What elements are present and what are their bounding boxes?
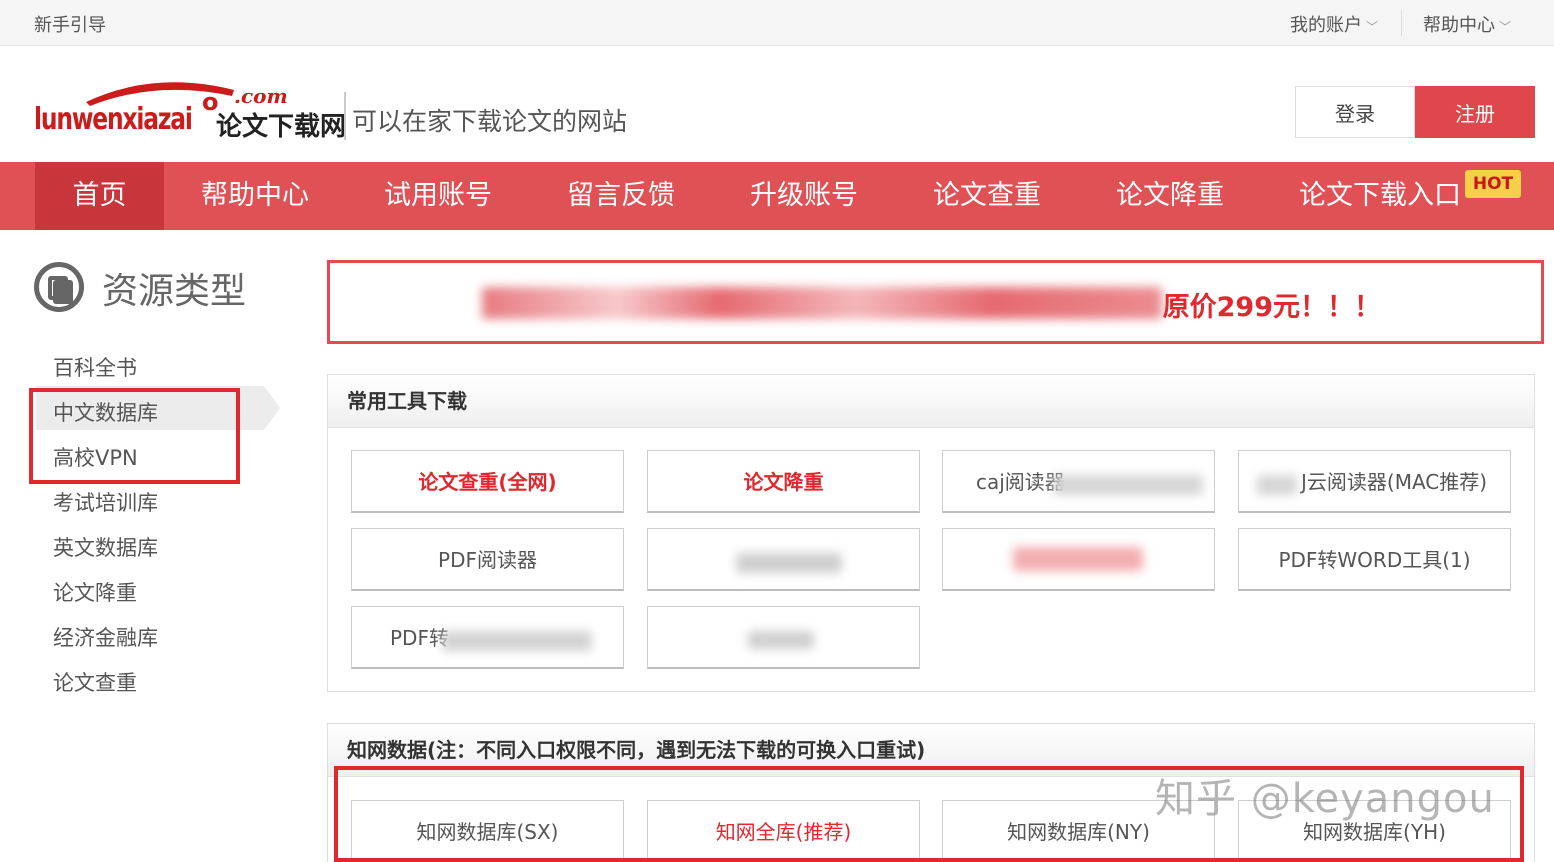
resource-icon-front (53, 280, 73, 304)
tool-caj-cloud-reader-button[interactable]: J云阅读器(MAC推荐) (1238, 450, 1511, 513)
blurred-text (1257, 475, 1297, 495)
promo-banner[interactable]: 原价299元！！！ (327, 260, 1544, 344)
sidebar-item-plagiarism-check[interactable]: 论文查重 (53, 667, 137, 697)
my-account-menu[interactable]: 我的账户 ﹀ (1290, 11, 1378, 37)
sidebar-item-exam-training[interactable]: 考试培训库 (53, 487, 158, 517)
top-bar: 新手引导 我的账户 ﹀ 帮助中心 ﹀ (0, 0, 1554, 46)
blurred-text (748, 631, 814, 649)
nav-plagiarism-check[interactable]: 论文查重 (914, 162, 1060, 230)
chevron-down-icon: ﹀ (1366, 20, 1379, 34)
main-nav: 首页 帮助中心 试用账号 留言反馈 升级账号 论文查重 论文降重 论文下载入口 (0, 162, 1554, 230)
nav-feedback[interactable]: 留言反馈 (548, 162, 694, 230)
sidebar-item-rewrite[interactable]: 论文降重 (53, 577, 137, 607)
tools-panel-title: 常用工具下载 (328, 375, 1534, 428)
help-center-menu[interactable]: 帮助中心 ﹀ (1423, 11, 1511, 37)
login-button[interactable]: 登录 (1295, 86, 1415, 138)
tool-hidden-button-1[interactable] (647, 528, 920, 591)
blurred-text (1053, 475, 1203, 495)
sidebar-title: 资源类型 (102, 271, 247, 312)
nav-upgrade-account[interactable]: 升级账号 (731, 162, 877, 230)
tool-rewrite-button[interactable]: 论文降重 (647, 450, 920, 513)
blurred-text (736, 553, 842, 573)
my-account-label: 我的账户 (1290, 15, 1362, 36)
sidebar-item-english-database[interactable]: 英文数据库 (53, 532, 158, 562)
nav-home[interactable]: 首页 (35, 162, 164, 230)
tool-caj-reader-label: caj阅读器 (976, 470, 1065, 494)
tool-pdf-reader-button[interactable]: PDF阅读器 (351, 528, 624, 591)
tool-caj-cloud-reader-label: J云阅读器(MAC推荐) (1301, 470, 1488, 494)
sidebar-active-arrow (264, 386, 280, 430)
logo-domain: .com (234, 84, 288, 108)
site-logo[interactable]: o .com lunwenxiazai 论文下载网 (34, 76, 347, 142)
tool-plagiarism-check-button[interactable]: 论文查重(全网) (351, 450, 624, 513)
tool-hidden-button-3[interactable] (647, 606, 920, 669)
logo-wordmark: lunwenxiazai (34, 102, 193, 137)
blurred-text (482, 287, 1162, 319)
sidebar-item-encyclopedia[interactable]: 百科全书 (53, 352, 137, 382)
tool-caj-reader-button[interactable]: caj阅读器 (942, 450, 1215, 513)
tool-pdf-to-word-button[interactable]: PDF转WORD工具(1) (1238, 528, 1511, 591)
promo-price-text: 原价299元！！！ (1162, 292, 1381, 323)
nav-trial-account[interactable]: 试用账号 (365, 162, 511, 230)
sidebar-highlight-box (29, 388, 240, 484)
blurred-text (442, 631, 592, 651)
logo-chinese-name: 论文下载网 (216, 112, 347, 142)
nav-paper-download[interactable]: 论文下载入口 (1280, 162, 1480, 230)
sidebar-item-finance[interactable]: 经济金融库 (53, 622, 158, 652)
beginner-guide-link[interactable]: 新手引导 (34, 11, 106, 37)
hot-badge: HOT (1465, 170, 1521, 198)
zhihu-watermark: 知乎 @keyangou (1155, 776, 1495, 822)
tool-hidden-button-2[interactable] (942, 528, 1215, 591)
resource-type-icon (34, 262, 84, 312)
tool-pdf-convert-label: PDF转 (390, 626, 449, 650)
nav-rewrite[interactable]: 论文降重 (1097, 162, 1243, 230)
tool-pdf-convert-button[interactable]: PDF转 (351, 606, 624, 669)
help-center-label: 帮助中心 (1423, 15, 1495, 36)
register-button[interactable]: 注册 (1415, 86, 1535, 138)
blurred-text (1013, 547, 1143, 571)
site-slogan: 可以在家下载论文的网站 (344, 92, 627, 140)
topbar-divider (1401, 10, 1402, 36)
chevron-down-icon: ﹀ (1499, 20, 1512, 34)
nav-help-center[interactable]: 帮助中心 (182, 162, 328, 230)
